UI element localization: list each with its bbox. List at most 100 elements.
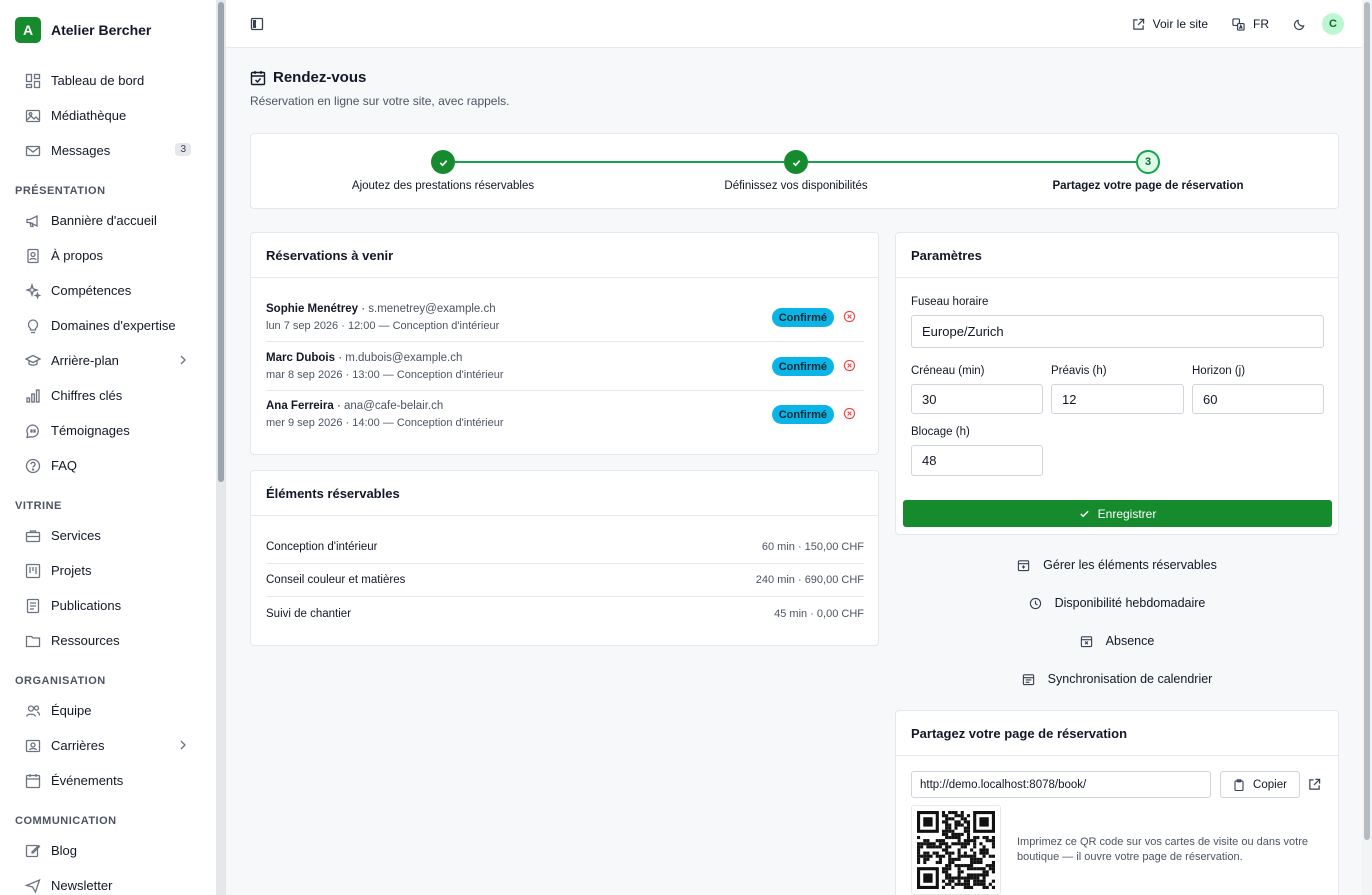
sidebar-item-banner[interactable]: Bannière d'accueil [15,203,201,238]
slot-input[interactable] [911,384,1043,414]
card-title: Réservations à venir [251,233,878,278]
copy-button-label: Copier [1253,778,1287,791]
sidebar-item-resources[interactable]: Ressources [15,623,201,658]
sidebar-item-label: Bannière d'accueil [51,213,157,228]
sidebar-item-projects[interactable]: Projets [15,553,201,588]
sidebar-item-team[interactable]: Équipe [15,693,201,728]
sidebar-item-label: Équipe [51,703,92,718]
section-communication: COMMUNICATION [15,815,117,827]
topbar-actions: Voir le site FR C [1132,12,1344,36]
manage-bookable-items-link[interactable]: Gérer les éléments réservables [895,553,1339,577]
clipboard-icon [1234,778,1244,791]
sidebar-item-faq[interactable]: FAQ [15,448,201,483]
sidebar-item-testimonials[interactable]: Témoignages [15,413,201,448]
calendar-sync-link[interactable]: Synchronisation de calendrier [895,667,1339,691]
sidebar: A Atelier Bercher Tableau de bord Médiat… [0,0,216,895]
sidebar-item-publications[interactable]: Publications [15,588,201,623]
step-3-indicator[interactable]: 3 [1136,150,1160,174]
sidebar-item-label: Médiathèque [51,108,127,123]
sidebar-item-label: Chiffres clés [51,388,123,403]
copy-button[interactable]: Copier [1220,771,1300,798]
reservation-client: Ana Ferreira · ana@cafe-belair.ch [266,400,444,412]
bookable-item-detail: 60 min · 150,00 CHF [761,541,864,553]
sidebar-item-expertise[interactable]: Domaines d'expertise [15,308,201,343]
share-booking-page-card: Partagez votre page de réservation Copie… [895,710,1339,895]
sidebar-item-careers[interactable]: Carrières [15,728,201,763]
sidebar-item-label: FAQ [51,458,78,473]
bookable-item-detail: 45 min · 0,00 CHF [774,607,864,620]
client-email: m.dubois@example.ch [345,352,463,364]
absence-link-label: Absence [1105,634,1155,648]
sidebar-item-messages[interactable]: Messages 3 [15,133,201,168]
cancel-reservation-icon[interactable] [843,310,856,323]
sidebar-item-blog[interactable]: Blog [15,833,201,868]
external-link-icon [1132,18,1144,30]
booking-url-input[interactable] [911,771,1211,798]
sidebar-item-key-figures[interactable]: Chiffres clés [15,378,201,413]
sidebar-scrollbar-thumb[interactable] [218,2,224,482]
step-3-label[interactable]: Partagez votre page de réservation [1052,180,1243,192]
sidebar-scrollbar[interactable] [216,0,226,895]
sidebar-item-dashboard[interactable]: Tableau de bord [15,63,201,98]
step-connector [455,161,784,163]
section-vitrine: VITRINE [15,500,62,512]
sidebar-item-newsletter[interactable]: Newsletter [15,868,201,895]
sidebar-item-label: Ressources [51,633,120,648]
notice-input[interactable] [1051,384,1184,414]
bookable-item-row[interactable]: Suivi de chantier 45 min · 0,00 CHF [266,597,864,630]
sidebar-toggle-icon[interactable] [250,17,264,31]
sidebar-item-label: Carrières [51,738,105,753]
sidebar-item-media[interactable]: Médiathèque [15,98,201,133]
topbar: Voir le site FR C [226,0,1362,48]
check-icon [439,159,447,166]
check-icon [1079,510,1089,518]
step-2-indicator[interactable] [784,150,808,174]
bookable-item-row[interactable]: Conception d'intérieur 60 min · 150,00 C… [266,531,864,564]
sidebar-item-about[interactable]: À propos [15,238,201,273]
reservation-client: Sophie Menétrey · s.menetrey@example.ch [266,303,496,315]
sidebar-item-services[interactable]: Services [15,518,201,553]
sidebar-item-label: Tableau de bord [51,73,145,88]
language-label: FR [1253,17,1269,31]
image-icon [25,109,41,122]
absence-link[interactable]: Absence [895,629,1339,653]
bookable-item-name: Conseil couleur et matières [266,574,406,586]
mail-icon [25,145,41,156]
cancel-reservation-icon[interactable] [843,359,856,372]
open-external-icon[interactable] [1308,778,1321,791]
quote-icon [26,423,39,438]
sidebar-item-background[interactable]: Arrière-plan [15,343,201,378]
bookable-item-row[interactable]: Conseil couleur et matières 240 min · 69… [266,564,864,597]
sync-link-label: Synchronisation de calendrier [1047,672,1213,686]
view-site-label: Voir le site [1152,17,1208,31]
brand[interactable]: A Atelier Bercher [15,17,151,43]
kanban-icon [25,563,41,578]
status-badge: Confirmé [771,308,834,327]
timezone-input[interactable] [911,315,1324,348]
avatar[interactable]: C [1322,13,1344,35]
moon-icon[interactable] [1293,18,1306,31]
status-badge: Confirmé [771,405,834,424]
reservation-meta: mar 8 sep 2026 · 13:00 — Conception d'in… [266,369,504,381]
step-1-label[interactable]: Ajoutez des prestations réservables [352,180,534,192]
bookable-item-name: Conception d'intérieur [266,541,378,553]
bar-chart-icon [26,388,40,403]
step-2-label[interactable]: Définissez vos disponibilités [724,180,867,192]
sidebar-item-label: Messages [51,143,111,158]
check-icon [792,159,800,166]
calendar-x-icon [1080,635,1092,647]
page-scrollbar-thumb[interactable] [1364,2,1370,840]
weekly-availability-link[interactable]: Disponibilité hebdomadaire [895,591,1339,615]
horizon-input[interactable] [1192,384,1324,414]
block-input[interactable] [911,445,1043,476]
page-scrollbar[interactable] [1362,0,1372,895]
brand-logo: A [15,17,41,43]
cancel-reservation-icon[interactable] [843,407,856,420]
sidebar-item-events[interactable]: Événements [15,763,201,798]
sidebar-item-skills[interactable]: Compétences [15,273,201,308]
save-button[interactable]: Enregistrer [903,500,1332,527]
view-site-link[interactable]: Voir le site [1132,17,1208,31]
language-switcher[interactable]: FR [1232,17,1269,31]
step-1-indicator[interactable] [431,150,455,174]
bookable-items-card: Éléments réservables Conception d'intéri… [250,470,879,646]
